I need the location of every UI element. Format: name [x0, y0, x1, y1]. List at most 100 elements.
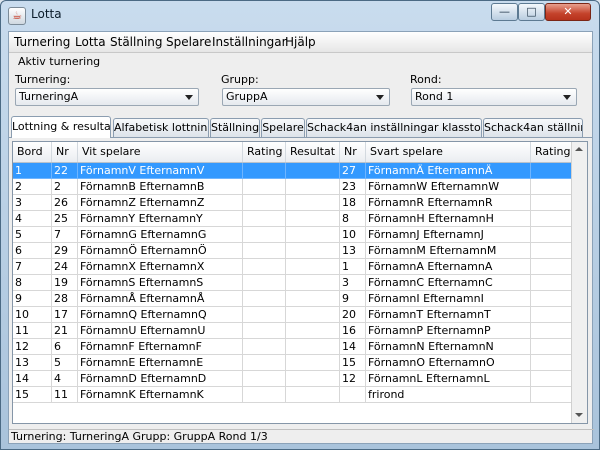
cell-bord[interactable]: 15	[13, 387, 52, 403]
menu-spelare[interactable]: Spelare	[166, 35, 211, 49]
cell-vit-spelare[interactable]: FörnamnY EfternamnY	[78, 211, 243, 227]
cell-nr-black[interactable]: 1	[340, 259, 366, 275]
cell-nr-black[interactable]: 13	[340, 243, 366, 259]
cell-rating-black[interactable]	[531, 179, 572, 195]
cell-rating-white[interactable]	[243, 195, 286, 211]
cell-bord[interactable]: 4	[13, 211, 52, 227]
cell-vit-spelare[interactable]: FörnamnB EfternamnB	[78, 179, 243, 195]
cell-svart-spelare[interactable]: FörnamnR EfternamnR	[366, 195, 531, 211]
cell-resultat[interactable]	[286, 163, 340, 179]
turnering-select[interactable]: TurneringA	[15, 88, 199, 106]
table-row[interactable]: 3 26 FörnamnZ EfternamnZ 18 FörnamnR Efterna…	[13, 195, 572, 211]
cell-nr-black[interactable]: 14	[340, 339, 366, 355]
cell-bord[interactable]: 11	[13, 323, 52, 339]
table-row[interactable]: 14 4 FörnamnD EfternamnD 12 FörnamnL Efterna…	[13, 371, 572, 387]
menu-hjalp[interactable]: Hjälp	[285, 35, 316, 49]
cell-rating-black[interactable]	[531, 323, 572, 339]
tab-spelare[interactable]: Spelare	[261, 118, 305, 137]
cell-bord[interactable]: 13	[13, 355, 52, 371]
cell-svart-spelare[interactable]: FörnamnL EfternamnL	[366, 371, 531, 387]
cell-nr-white[interactable]: 17	[52, 307, 78, 323]
cell-nr-black[interactable]: 27	[340, 163, 366, 179]
minimize-button[interactable]: —	[491, 3, 518, 21]
cell-bord[interactable]: 14	[13, 371, 52, 387]
cell-rating-black[interactable]	[531, 243, 572, 259]
cell-rating-white[interactable]	[243, 323, 286, 339]
cell-nr-white[interactable]: 19	[52, 275, 78, 291]
cell-rating-white[interactable]	[243, 243, 286, 259]
maximize-button[interactable]: □	[518, 3, 545, 21]
menu-lotta[interactable]: Lotta	[75, 35, 106, 49]
col-nr-white[interactable]: Nr	[52, 142, 78, 162]
tab-lottning-resultat[interactable]: Lottning & resultat	[11, 116, 111, 138]
cell-rating-white[interactable]	[243, 371, 286, 387]
cell-nr-black[interactable]: 18	[340, 195, 366, 211]
cell-rating-black[interactable]	[531, 307, 572, 323]
cell-vit-spelare[interactable]: FörnamnÖ EfternamnÖ	[78, 243, 243, 259]
cell-vit-spelare[interactable]: FörnamnF EfternamnF	[78, 339, 243, 355]
cell-vit-spelare[interactable]: FörnamnÅ EfternamnÅ	[78, 291, 243, 307]
table-row[interactable]: 10 17 FörnamnQ EfternamnQ 20 FörnamnT Eftern…	[13, 307, 572, 323]
cell-rating-black[interactable]	[531, 259, 572, 275]
cell-rating-black[interactable]	[531, 275, 572, 291]
table-row[interactable]: 11 21 FörnamnU EfternamnU 16 FörnamnP Eftern…	[13, 323, 572, 339]
table-row[interactable]: 9 28 FörnamnÅ EfternamnÅ 9 FörnamnI Efternam…	[13, 291, 572, 307]
cell-bord[interactable]: 2	[13, 179, 52, 195]
cell-svart-spelare[interactable]: FörnamnC EfternamnC	[366, 275, 531, 291]
grupp-select[interactable]: GruppA	[222, 88, 390, 106]
cell-rating-black[interactable]	[531, 195, 572, 211]
table-row[interactable]: 2 2 FörnamnB EfternamnB 23 FörnamnW Efternam…	[13, 179, 572, 195]
menu-stallning[interactable]: Ställning	[110, 35, 163, 49]
cell-vit-spelare[interactable]: FörnamnK EfternamnK	[78, 387, 243, 403]
col-bord[interactable]: Bord	[13, 142, 52, 162]
cell-rating-white[interactable]	[243, 227, 286, 243]
tab-alfabetisk-lottning[interactable]: Alfabetisk lottning	[113, 118, 209, 137]
cell-nr-white[interactable]: 2	[52, 179, 78, 195]
cell-svart-spelare[interactable]: FörnamnN EfternamnN	[366, 339, 531, 355]
cell-svart-spelare[interactable]: frirond	[366, 387, 531, 403]
cell-rating-white[interactable]	[243, 163, 286, 179]
cell-nr-white[interactable]: 21	[52, 323, 78, 339]
cell-nr-white[interactable]: 29	[52, 243, 78, 259]
col-nr-black[interactable]: Nr	[340, 142, 366, 162]
cell-nr-white[interactable]: 28	[52, 291, 78, 307]
cell-rating-black[interactable]	[531, 355, 572, 371]
tab-stallning[interactable]: Ställning	[210, 118, 260, 137]
cell-resultat[interactable]	[286, 371, 340, 387]
tab-schack4an-stallning[interactable]: Schack4an ställning	[483, 118, 583, 137]
cell-rating-black[interactable]	[531, 163, 572, 179]
cell-svart-spelare[interactable]: FörnamnJ EfternamnJ	[366, 227, 531, 243]
col-rating-white[interactable]: Rating	[243, 142, 286, 162]
cell-vit-spelare[interactable]: FörnamnZ EfternamnZ	[78, 195, 243, 211]
cell-rating-black[interactable]	[531, 371, 572, 387]
cell-resultat[interactable]	[286, 179, 340, 195]
cell-bord[interactable]: 10	[13, 307, 52, 323]
cell-nr-black[interactable]: 23	[340, 179, 366, 195]
cell-rating-black[interactable]	[531, 227, 572, 243]
col-svart-spelare[interactable]: Svart spelare	[366, 142, 531, 162]
cell-svart-spelare[interactable]: FörnamnP EfternamnP	[366, 323, 531, 339]
cell-resultat[interactable]	[286, 355, 340, 371]
col-rating-black[interactable]: Rating	[531, 142, 572, 162]
table-row[interactable]: 12 6 FörnamnF EfternamnF 14 FörnamnN Efterna…	[13, 339, 572, 355]
cell-vit-spelare[interactable]: FörnamnQ EfternamnQ	[78, 307, 243, 323]
cell-resultat[interactable]	[286, 259, 340, 275]
cell-resultat[interactable]	[286, 275, 340, 291]
cell-resultat[interactable]	[286, 195, 340, 211]
cell-vit-spelare[interactable]: FörnamnU EfternamnU	[78, 323, 243, 339]
cell-resultat[interactable]	[286, 323, 340, 339]
cell-rating-black[interactable]	[531, 387, 572, 403]
tab-schack4an-installningar[interactable]: Schack4an inställningar klasstorlek	[306, 118, 482, 137]
cell-rating-black[interactable]	[531, 211, 572, 227]
cell-svart-spelare[interactable]: FörnamnM EfternamnM	[366, 243, 531, 259]
rond-select[interactable]: Rond 1	[411, 88, 577, 106]
table-row[interactable]: 5 7 FörnamnG EfternamnG 10 FörnamnJ Efternam…	[13, 227, 572, 243]
cell-nr-black[interactable]: 16	[340, 323, 366, 339]
cell-nr-black[interactable]: 9	[340, 291, 366, 307]
cell-nr-white[interactable]: 26	[52, 195, 78, 211]
cell-bord[interactable]: 6	[13, 243, 52, 259]
cell-resultat[interactable]	[286, 243, 340, 259]
cell-rating-white[interactable]	[243, 275, 286, 291]
cell-nr-white[interactable]: 7	[52, 227, 78, 243]
cell-rating-white[interactable]	[243, 211, 286, 227]
